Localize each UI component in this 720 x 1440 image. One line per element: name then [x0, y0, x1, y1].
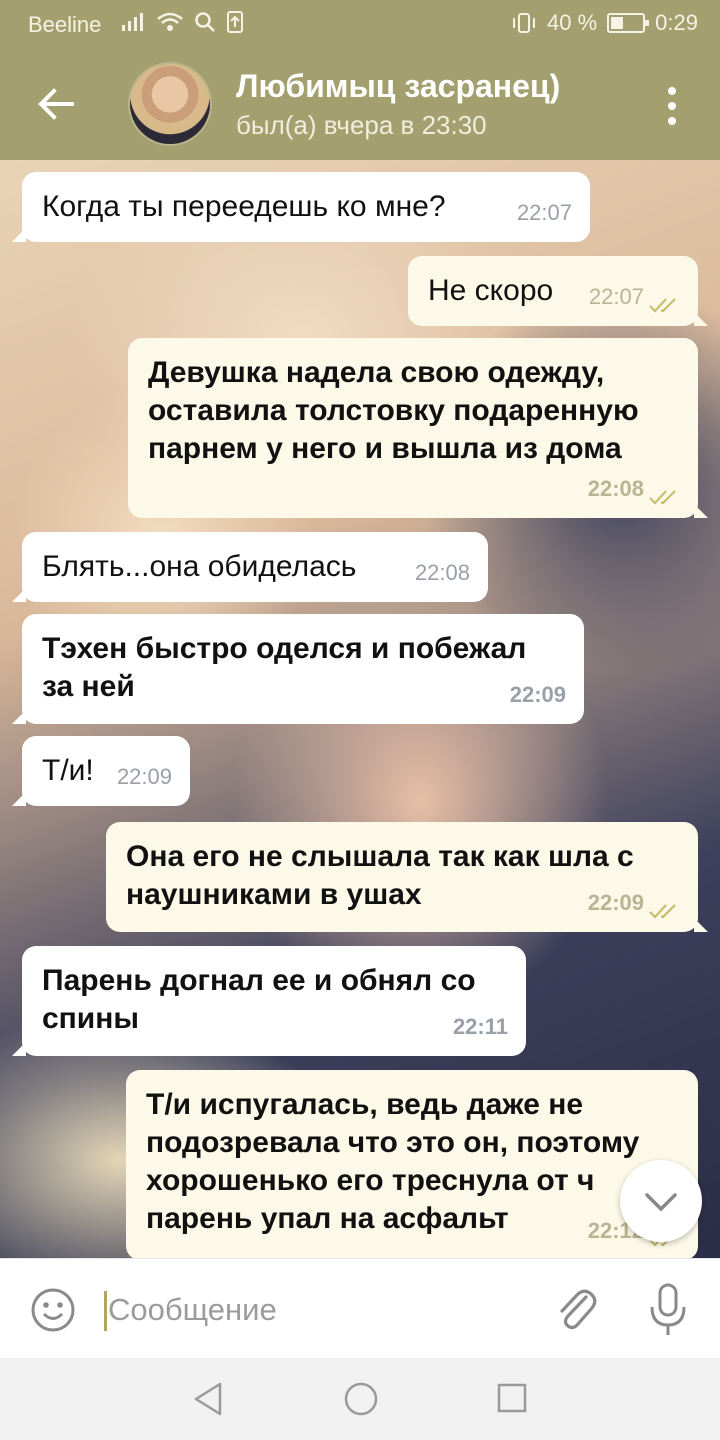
- microphone-icon: [650, 1283, 686, 1335]
- voice-message-button[interactable]: [646, 1281, 690, 1339]
- carrier-name: Beeline: [28, 12, 102, 37]
- message-text: Когда ты переедешь ко мне?: [42, 190, 446, 223]
- message-bubble[interactable]: Т/и! 22:09: [12, 736, 190, 806]
- system-navigation-bar: [0, 1358, 720, 1440]
- message-bubble[interactable]: Тэхен быстро оделся и побежал за ней 22:…: [12, 614, 584, 724]
- search-icon: [195, 12, 215, 32]
- chevron-down-icon: [645, 1193, 677, 1212]
- message-text: Тэхен быстро оделся и побежал за ней: [42, 632, 527, 703]
- upload-icon: [227, 11, 243, 33]
- message-bubble[interactable]: Блять...она обиделась 22:08: [12, 532, 488, 602]
- signal-icon: [122, 13, 143, 31]
- nav-home-icon[interactable]: [342, 1380, 380, 1418]
- wifi-icon: [157, 12, 183, 31]
- avatar[interactable]: [128, 62, 212, 146]
- smiley-icon: [31, 1288, 75, 1332]
- attach-button[interactable]: [552, 1283, 600, 1335]
- text-caret: [104, 1291, 107, 1331]
- read-checkmarks-icon: [649, 904, 676, 919]
- message-time: 22:11: [452, 1014, 508, 1039]
- message-time: 22:07: [516, 200, 572, 225]
- emoji-button[interactable]: [30, 1287, 76, 1333]
- status-icons-left: [120, 10, 244, 34]
- status-bar: Beeline 40 % 0:29: [0, 0, 720, 48]
- message-text: Она его не слышала так как шла с наушник…: [126, 840, 634, 911]
- message-time: 22:07: [588, 284, 644, 309]
- chat-title[interactable]: Любимыц засранец): [236, 68, 560, 105]
- battery-percent: 40 %: [547, 10, 598, 35]
- nav-back-icon[interactable]: [190, 1380, 226, 1418]
- message-text: Девушка надела свою одежду, оставила тол…: [148, 356, 639, 465]
- more-menu-button[interactable]: [656, 78, 688, 134]
- status-icons-right: 40 % 0:29: [511, 10, 698, 36]
- read-checkmarks-icon: [649, 490, 676, 505]
- chat-header: Любимыц засранец) был(а) вчера в 23:30: [0, 48, 720, 160]
- clock: 0:29: [655, 10, 698, 35]
- message-bubble[interactable]: Когда ты переедешь ко мне? 22:07: [12, 172, 590, 242]
- message-time: 22:09: [509, 682, 566, 707]
- message-text: Парень догнал ее и обнял со спины: [42, 964, 476, 1035]
- message-time: 22:08: [414, 560, 470, 585]
- message-bubble[interactable]: Она его не слышала так как шла с наушник…: [106, 822, 708, 932]
- message-text: Не скоро: [428, 274, 554, 307]
- message-bubble[interactable]: Т/и испугалась, ведь даже не подозревала…: [126, 1070, 698, 1258]
- message-input[interactable]: [108, 1287, 538, 1333]
- battery-icon: [607, 13, 650, 33]
- more-vertical-icon: [668, 87, 676, 95]
- nav-recent-apps-icon[interactable]: [496, 1382, 528, 1414]
- message-time: 22:09: [116, 764, 172, 789]
- arrow-left-icon: [38, 88, 74, 120]
- message-text: Блять...она обиделась: [42, 550, 357, 583]
- message-bubble[interactable]: Не скоро 22:07: [408, 256, 708, 326]
- message-bubble[interactable]: Девушка надела свою одежду, оставила тол…: [128, 338, 708, 518]
- last-seen-status: был(а) вчера в 23:30: [236, 110, 487, 140]
- chat-messages[interactable]: Когда ты переедешь ко мне? 22:07 Не скор…: [0, 160, 720, 1258]
- message-bubble[interactable]: Парень догнал ее и обнял со спины 22:11: [12, 946, 526, 1056]
- scroll-to-bottom-button[interactable]: [620, 1160, 702, 1242]
- vibrate-icon: [513, 13, 536, 33]
- message-time: 22:08: [587, 476, 644, 501]
- back-button[interactable]: [30, 78, 82, 130]
- paperclip-icon: [560, 1289, 597, 1330]
- message-text: Т/и испугалась, ведь даже не подозревала…: [146, 1088, 640, 1235]
- message-text: Т/и!: [42, 754, 94, 787]
- read-checkmarks-icon: [649, 298, 676, 313]
- message-time: 22:09: [587, 890, 644, 915]
- message-composer: [0, 1258, 720, 1358]
